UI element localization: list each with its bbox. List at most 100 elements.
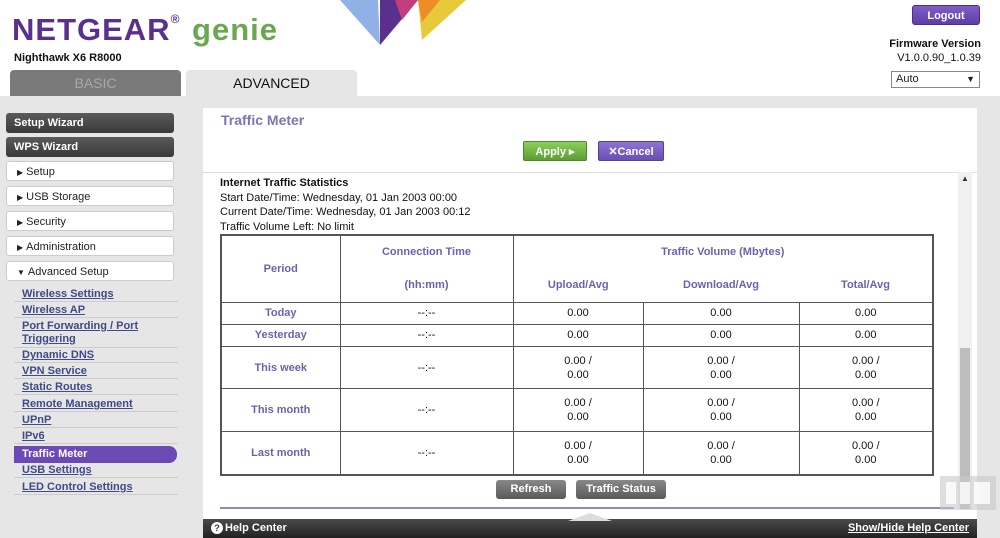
total-cell: 0.00	[798, 301, 934, 325]
sidebar-section-security[interactable]: ▶ Security	[6, 211, 174, 231]
sidebar-section-label: USB Storage	[26, 191, 91, 203]
upload-cell: 0.00 /0.00	[512, 431, 644, 476]
caret-down-icon: ▼	[17, 268, 25, 277]
apply-button[interactable]: Apply ▸	[523, 141, 587, 161]
column-header-connection-unit: (hh:mm)	[339, 268, 514, 303]
sidebar-section-label: Setup	[26, 166, 55, 178]
connection-time-cell: --:--	[339, 388, 514, 433]
upload-avg: 0.00	[567, 411, 589, 424]
help-center-link[interactable]: ? Help Center	[211, 522, 287, 534]
sidebar-section-setup[interactable]: ▶ Setup	[6, 161, 174, 181]
download-cell: 0.00	[642, 323, 800, 347]
logout-button[interactable]: Logout	[912, 5, 980, 25]
sidebar-section-label: Advanced Setup	[27, 266, 109, 278]
vertical-scrollbar[interactable]: ▲	[958, 172, 972, 509]
total-avg: 0.00	[855, 411, 877, 424]
total-cell: 0.00 /0.00	[798, 388, 934, 433]
total-value: 0.00	[855, 307, 877, 320]
cancel-button[interactable]: ✕Cancel	[598, 141, 664, 161]
period-cell: Today	[220, 301, 341, 325]
sidebar-item-static-routes[interactable]: Static Routes	[14, 380, 178, 395]
traffic-statistics: Internet Traffic Statistics Start Date/T…	[220, 176, 471, 234]
sidebar-item-wireless-ap[interactable]: Wireless AP	[14, 303, 178, 318]
column-header-total: Total/Avg	[799, 268, 934, 303]
upload-cell: 0.00 /0.00	[512, 388, 644, 433]
download-value: 0.00 /	[707, 354, 735, 367]
upload-value: 0.00 /	[564, 397, 592, 410]
total-value: 0.00 /	[851, 354, 880, 367]
traffic-status-button[interactable]: Traffic Status	[576, 480, 666, 499]
wps-wizard-button[interactable]: WPS Wizard	[6, 137, 174, 157]
sidebar-section-administration[interactable]: ▶ Administration	[6, 236, 174, 256]
upload-avg: 0.00	[567, 454, 589, 467]
total-value: 0.00 /	[851, 440, 880, 453]
setup-wizard-button[interactable]: Setup Wizard	[6, 113, 174, 133]
download-value: 0.00	[710, 329, 732, 342]
upload-cell: 0.00	[512, 301, 644, 325]
sidebar-item-port-forwarding[interactable]: Port Forwarding / Port Triggering	[14, 319, 178, 348]
traffic-table: Period Connection Time Traffic Volume (M…	[220, 234, 934, 476]
total-avg: 0.00	[855, 368, 877, 381]
table-row: This month --:-- 0.00 /0.00 0.00 /0.00 0…	[220, 388, 934, 433]
sidebar-item-traffic-meter[interactable]: Traffic Meter	[14, 446, 177, 463]
total-cell: 0.00	[798, 323, 934, 347]
tab-advanced[interactable]: ADVANCED	[186, 70, 357, 96]
upload-cell: 0.00	[512, 323, 644, 347]
sidebar-item-usb-settings[interactable]: USB Settings	[14, 463, 178, 478]
download-avg: 0.00	[710, 454, 732, 467]
connection-time-cell: --:--	[339, 345, 514, 390]
period-cell: This week	[220, 345, 341, 390]
upload-value: 0.00	[567, 329, 589, 342]
download-avg: 0.00	[710, 411, 732, 424]
column-header-period: Period	[220, 234, 341, 303]
scroll-up-arrow-icon[interactable]: ▲	[958, 172, 972, 186]
caret-right-icon: ▶	[17, 193, 24, 202]
caret-right-icon: ▶	[17, 168, 24, 177]
language-select[interactable]: Auto ▼	[891, 71, 980, 88]
download-cell: 0.00	[642, 301, 800, 325]
sidebar-section-advanced-setup[interactable]: ▼ Advanced Setup	[6, 261, 174, 281]
sidebar-section-label: Security	[26, 216, 66, 228]
download-cell: 0.00 /0.00	[642, 388, 800, 433]
sidebar-item-dynamic-dns[interactable]: Dynamic DNS	[14, 348, 178, 363]
show-hide-help-center-link[interactable]: Show/Hide Help Center	[848, 522, 969, 534]
current-datetime: Current Date/Time: Wednesday, 01 Jan 200…	[220, 206, 471, 218]
column-header-download: Download/Avg	[643, 268, 799, 303]
period-cell: Yesterday	[220, 323, 341, 347]
table-row: This week --:-- 0.00 /0.00 0.00 /0.00 0.…	[220, 345, 934, 390]
column-header-upload: Upload/Avg	[512, 268, 643, 303]
tab-basic[interactable]: BASIC	[10, 70, 181, 96]
refresh-button[interactable]: Refresh	[496, 480, 566, 499]
caret-right-icon: ▶	[17, 218, 24, 227]
total-value: 0.00 /	[851, 397, 880, 410]
sidebar-item-vpn-service[interactable]: VPN Service	[14, 364, 178, 379]
start-datetime: Start Date/Time: Wednesday, 01 Jan 2003 …	[220, 191, 458, 204]
connection-time-cell: --:--	[339, 431, 514, 476]
router-model: Nighthawk X6 R8000	[14, 52, 122, 64]
sidebar-item-led-control-settings[interactable]: LED Control Settings	[14, 480, 178, 495]
upload-avg: 0.00	[567, 368, 589, 381]
connection-time-cell: --:--	[339, 323, 514, 347]
sidebar-section-usb-storage[interactable]: ▶ USB Storage	[6, 186, 174, 206]
statistics-heading: Internet Traffic Statistics	[220, 177, 349, 189]
netgear-logo: NETGEAR® genie	[12, 12, 278, 48]
column-header-traffic-volume: Traffic Volume (Mbytes)	[512, 234, 934, 268]
sidebar-item-remote-management[interactable]: Remote Management	[14, 397, 178, 412]
sidebar-section-label: Administration	[26, 241, 96, 253]
help-center-bar: ? Help Center Show/Hide Help Center	[203, 513, 977, 538]
header: NETGEAR® genie Nighthawk X6 R8000 Logout…	[0, 0, 1000, 96]
help-expand-tab[interactable]	[568, 513, 612, 521]
sidebar-item-ipv6[interactable]: IPv6	[14, 429, 178, 444]
sidebar-item-wireless-settings[interactable]: Wireless Settings	[14, 287, 178, 302]
upload-value: 0.00	[567, 307, 589, 320]
upload-value: 0.00 /	[564, 354, 592, 367]
download-avg: 0.00	[710, 368, 732, 381]
download-cell: 0.00 /0.00	[642, 431, 800, 476]
language-selected-value: Auto	[896, 73, 919, 85]
connection-time-cell: --:--	[339, 301, 514, 325]
sidebar-item-upnp[interactable]: UPnP	[14, 413, 178, 428]
column-header-connection-time: Connection Time	[339, 234, 514, 268]
total-value: 0.00	[855, 329, 877, 342]
help-center-label: Help Center	[225, 522, 287, 534]
brand-text: NETGEAR	[12, 12, 171, 47]
